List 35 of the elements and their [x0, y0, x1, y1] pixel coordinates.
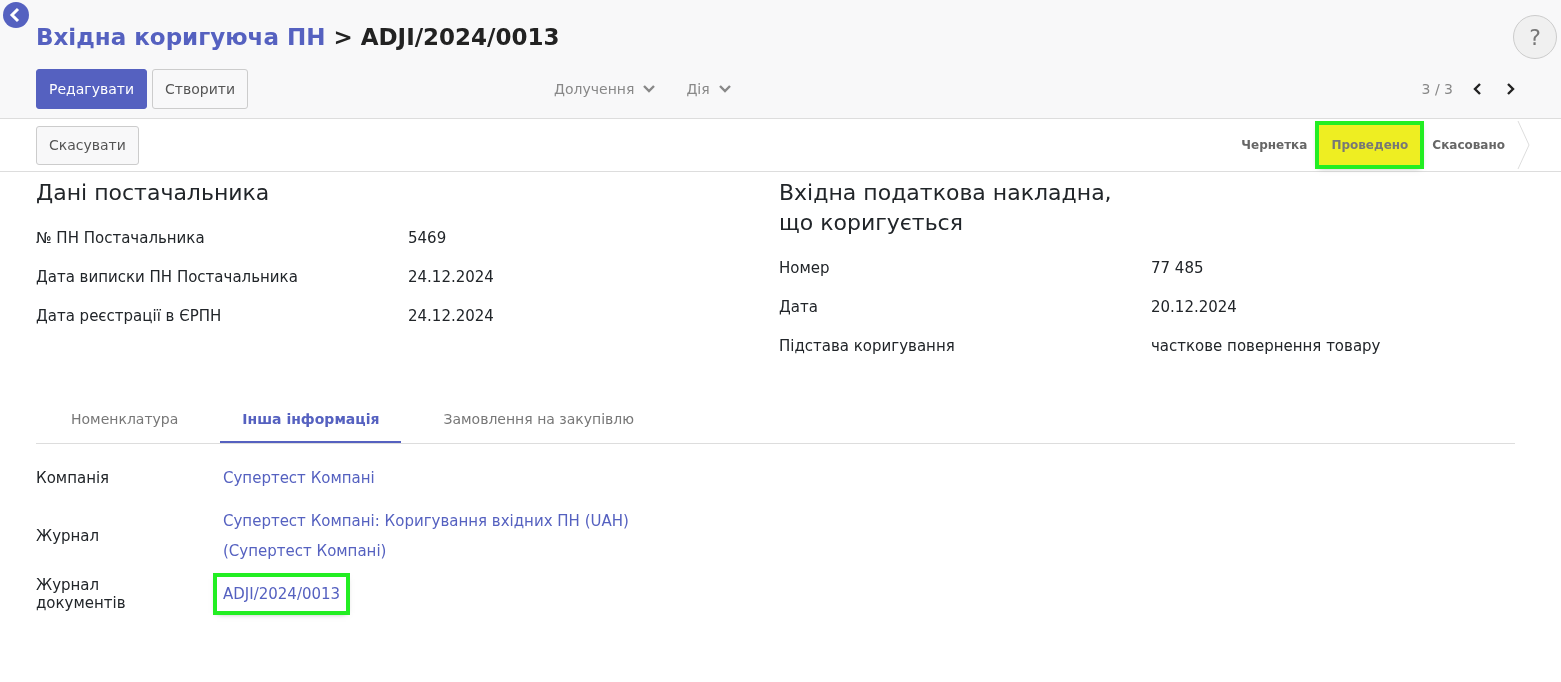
status-step[interactable]: Скасовано [1420, 125, 1517, 165]
breadcrumb-separator: > [333, 24, 353, 50]
tab[interactable]: Замовлення на закупівлю [421, 399, 657, 443]
section-title: Дані постачальника [36, 179, 271, 207]
tab[interactable]: Інша інформація [220, 399, 402, 443]
field-value: 77 485 [1151, 258, 1205, 277]
field-value: часткове повернення товару [1151, 336, 1382, 355]
record-link[interactable]: Супертест Компані: Коригування вхідних ПН (UAH) (Супертест Компані) [223, 506, 663, 566]
field-value: 24.12.2024 [408, 267, 495, 286]
section-title: Вхідна податкова накладна, що коригується [779, 179, 1113, 237]
field-label: Компанія [36, 469, 111, 487]
help-button[interactable]: ? [1513, 15, 1557, 59]
field-label: Номер [779, 258, 831, 277]
field-label: Дата [779, 297, 819, 316]
tab[interactable]: Номенклатура [49, 399, 201, 443]
field-value: 24.12.2024 [408, 306, 495, 325]
dropdown-button[interactable]: Дія [680, 80, 738, 98]
create-button[interactable]: Створити [152, 69, 249, 109]
field-label: Журнал документів [36, 576, 127, 612]
pager-counter: 3 / 3 [1421, 81, 1453, 97]
breadcrumb-link[interactable]: Вхідна коригуюча ПН [36, 24, 326, 50]
field-label: № ПН Постачальника [36, 228, 206, 247]
field-value: 5469 [408, 228, 448, 247]
status-step[interactable]: Чернетка [1229, 125, 1320, 165]
field-label: Дата виписки ПН Постачальника [36, 267, 299, 286]
field-label: Дата реєстрації в ЄРПН [36, 306, 223, 325]
field-value: 20.12.2024 [1151, 297, 1238, 316]
cancel-button[interactable]: Скасувати [36, 125, 139, 165]
record-title: ADJI/2024/0013 [360, 24, 560, 50]
edit-button[interactable]: Редагувати [36, 69, 148, 109]
dropdown-button[interactable]: Долучення [548, 80, 663, 98]
field-label: Журнал [36, 527, 101, 545]
record-link[interactable]: Супертест Компані [223, 463, 375, 493]
back-icon[interactable] [3, 2, 29, 28]
field-label: Підстава коригування [779, 336, 956, 355]
